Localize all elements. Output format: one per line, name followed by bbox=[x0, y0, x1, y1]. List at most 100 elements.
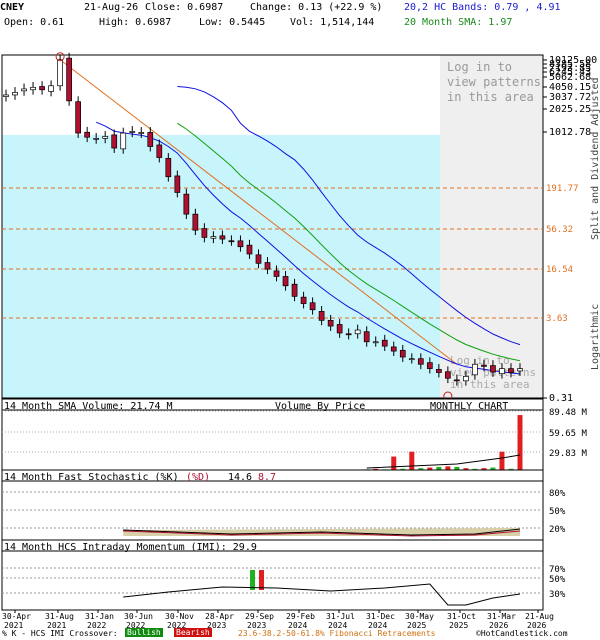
candle-body bbox=[165, 158, 172, 178]
candle-body bbox=[499, 368, 505, 375]
candle-body bbox=[264, 262, 271, 270]
candle-body bbox=[517, 368, 523, 372]
stoch-k-value: 14.6 bbox=[228, 472, 252, 483]
x-tick-label-top: 21-Aug bbox=[525, 612, 554, 621]
candle-body bbox=[138, 132, 145, 134]
candle-body bbox=[48, 85, 54, 92]
x-tick-label-bottom: 2024 bbox=[288, 621, 307, 628]
x-tick-label-bottom: 2025 bbox=[407, 621, 426, 628]
volume-frame bbox=[1, 409, 544, 471]
x-tick-label-bottom: 2023 bbox=[247, 621, 266, 628]
chart-svg: Log in toview patternsin this areaLog in… bbox=[1, 52, 600, 628]
bearish-badge: Bearish bbox=[174, 628, 212, 637]
y-tick-label: 0.31 bbox=[549, 393, 573, 404]
x-tick-label-bottom: 2022 bbox=[167, 621, 186, 628]
candle-body bbox=[183, 193, 190, 215]
candle-body bbox=[84, 131, 91, 138]
candle-body bbox=[147, 132, 154, 147]
candle-body bbox=[291, 283, 298, 297]
candle-body bbox=[75, 101, 81, 134]
candle-body bbox=[156, 144, 163, 158]
pattern-zone bbox=[440, 55, 543, 398]
candle-body bbox=[3, 94, 9, 97]
volume-by-price-label: Volume By Price bbox=[275, 401, 365, 412]
candle-body bbox=[472, 363, 478, 376]
x-tick-label-top: 31-Jul bbox=[326, 612, 355, 621]
x-tick-label-top: 31-Oct bbox=[447, 612, 476, 621]
candle-body bbox=[508, 368, 514, 373]
candle-body bbox=[30, 86, 36, 91]
candle-body bbox=[228, 240, 235, 243]
candle-body bbox=[21, 88, 27, 92]
x-tick-label-top: 29-Sep bbox=[245, 612, 274, 621]
candle-body bbox=[327, 319, 334, 327]
x-tick-label-top: 31-Aug bbox=[45, 612, 74, 621]
stochastic-panel: 14 Month Fast Stochastic (%K) (%D) 14.6 8.7… bbox=[1, 469, 566, 541]
volume-bar bbox=[409, 451, 415, 470]
x-tick-label-top: 29-Feb bbox=[286, 612, 315, 621]
candle-body bbox=[129, 131, 136, 133]
x-tick-label-bottom: 2025 bbox=[449, 621, 468, 628]
x-tick-label-bottom: 2022 bbox=[87, 621, 106, 628]
stoch-title: 14 Month Fast Stochastic (%K) bbox=[4, 472, 179, 483]
x-tick-label-top: 30-Apr bbox=[2, 612, 31, 621]
candle-body bbox=[309, 302, 316, 311]
candle-body bbox=[454, 379, 460, 382]
fib-label: 16.54 bbox=[546, 265, 573, 275]
sma-volume-label: 14 Month SMA Volume: 21.74 M bbox=[4, 401, 173, 412]
cyan-zone bbox=[2, 135, 440, 398]
x-tick-label-bottom: 2021 bbox=[4, 621, 23, 628]
imi-tick-label: 70% bbox=[549, 565, 566, 575]
candle-body bbox=[39, 86, 45, 91]
x-tick-label-top: 31-Mar bbox=[487, 612, 516, 621]
candle-body bbox=[282, 276, 289, 287]
footer-crossover-label: % K - HCS IMI Crossover: bbox=[2, 629, 118, 638]
candle-body bbox=[66, 57, 72, 102]
x-tick-label-top: 30-Jun bbox=[124, 612, 153, 621]
stoch-d-value: 8.7 bbox=[258, 472, 276, 483]
x-axis: 30-Apr202131-Aug202131-Jan202230-Jun2022… bbox=[2, 610, 554, 628]
candle-body bbox=[445, 371, 451, 379]
candle-body bbox=[192, 213, 199, 231]
x-tick-label-bottom: 2026 bbox=[489, 621, 508, 628]
x-tick-label-bottom: 2023 bbox=[207, 621, 226, 628]
volume-tick-label: 29.83 M bbox=[549, 449, 588, 459]
bullish-badge: Bullish bbox=[125, 628, 163, 637]
watermark-line: in this area bbox=[447, 90, 534, 104]
axis-label-log: Logarithmic bbox=[590, 304, 600, 370]
watermark-line: Log in to bbox=[447, 60, 512, 74]
candle-body bbox=[255, 254, 262, 264]
watermark-lower-line: in this area bbox=[450, 378, 529, 391]
imi-tick-label: 30% bbox=[549, 590, 566, 600]
candle-body bbox=[363, 331, 370, 343]
volume-bar bbox=[499, 451, 505, 470]
candle-body bbox=[390, 346, 397, 352]
volume-bar bbox=[391, 456, 397, 470]
x-tick-label-top: 31-Jan bbox=[85, 612, 114, 621]
candle-body bbox=[246, 244, 253, 255]
candle-body bbox=[399, 349, 406, 358]
monthly-chart-label: MONTHLY CHART bbox=[430, 401, 508, 412]
stoch-tick-label: 50% bbox=[549, 507, 566, 517]
candle-body bbox=[336, 324, 343, 334]
axis-label-right: Split and Dividend Adjusted bbox=[590, 77, 600, 240]
candle-body bbox=[372, 341, 379, 344]
imi-tick-label: 50% bbox=[549, 575, 566, 585]
imi-frame bbox=[1, 550, 544, 611]
footer: % K - HCS IMI Crossover: Bullish Bearish… bbox=[0, 628, 600, 640]
candle-body bbox=[481, 364, 487, 367]
imi-bull-marker bbox=[250, 570, 255, 590]
volume-panel: 14 Month SMA Volume: 21.74 M Volume By Pr… bbox=[1, 398, 588, 471]
candle-body bbox=[201, 228, 208, 238]
candle-body bbox=[111, 134, 118, 149]
imi-bear-marker bbox=[259, 570, 264, 590]
imi-title: 14 Month HCS Intraday Momentum (IMI): 29… bbox=[4, 542, 257, 553]
fib-legend: 23.6-38.2-50-61.8% Fibonacci Retracement… bbox=[238, 629, 436, 638]
stoch-tick-label: 80% bbox=[549, 489, 566, 499]
candle-body bbox=[463, 376, 469, 382]
candle-body bbox=[237, 240, 244, 248]
x-tick-label-top: 30-Nov bbox=[165, 612, 194, 621]
candle-body bbox=[381, 339, 388, 347]
candle-body bbox=[93, 137, 100, 140]
candle-body bbox=[417, 358, 424, 365]
